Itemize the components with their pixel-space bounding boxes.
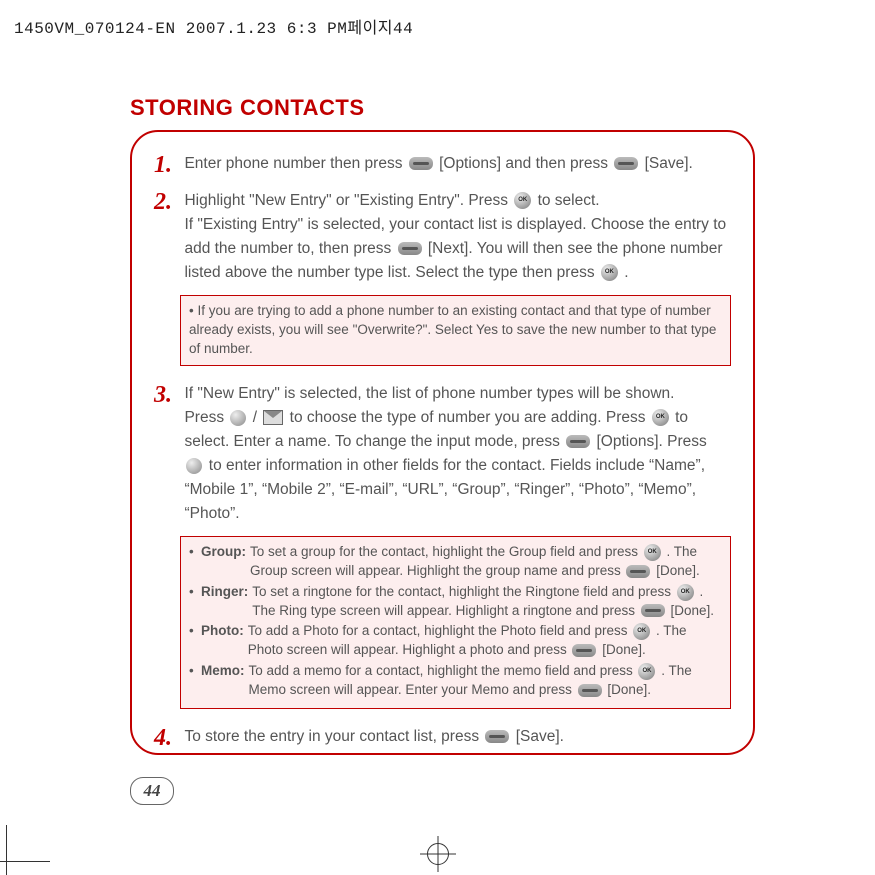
note-box-fields: • Group: To set a group for the contact,… <box>180 536 731 709</box>
bullet-icon: • <box>189 622 197 660</box>
text: Highlight "New Entry" or "Existing Entry… <box>184 192 512 209</box>
text: To set a group for the contact, highligh… <box>250 544 642 559</box>
wifi-icon <box>186 458 202 474</box>
note-box-overwrite: • If you are trying to add a phone numbe… <box>180 295 731 366</box>
crop-mark-icon <box>0 861 50 862</box>
text: / <box>253 409 262 426</box>
step-number: 1. <box>154 152 180 179</box>
step-body: Enter phone number then press [Options] … <box>184 152 729 176</box>
softkey-icon <box>614 157 638 170</box>
ok-icon: OK <box>638 663 655 680</box>
content-box: 1. Enter phone number then press [Option… <box>130 130 755 755</box>
note-label: Group: <box>201 543 246 581</box>
step-3: 3. If "New Entry" is selected, the list … <box>154 382 731 526</box>
text: [Done]. <box>602 642 646 657</box>
softkey-icon <box>485 730 509 743</box>
text: To add a memo for a contact, highlight t… <box>249 663 637 678</box>
note-photo: • Photo: To add a Photo for a contact, h… <box>189 622 722 660</box>
ok-icon: OK <box>633 623 650 640</box>
text: To store the entry in your contact list,… <box>184 728 483 745</box>
softkey-icon <box>641 604 665 617</box>
ok-icon: OK <box>514 192 531 209</box>
note-text: To set a group for the contact, highligh… <box>250 543 722 581</box>
step-number: 4. <box>154 725 180 752</box>
text: [Done]. <box>656 563 700 578</box>
page-number: 44 <box>130 777 174 805</box>
softkey-icon <box>409 157 433 170</box>
ok-icon: OK <box>652 409 669 426</box>
text: to select. <box>538 192 600 209</box>
file-header: 1450VM_070124-EN 2007.1.23 6:3 PM페이지44 <box>14 14 413 38</box>
mail-icon <box>263 410 283 425</box>
softkey-icon <box>398 242 422 255</box>
ok-icon: OK <box>644 544 661 561</box>
text: to enter information in other fields for… <box>184 457 705 522</box>
note-label: Ringer: <box>201 583 248 621</box>
step-body: To store the entry in your contact list,… <box>184 725 729 749</box>
step-number: 2. <box>154 189 180 216</box>
softkey-icon <box>572 644 596 657</box>
softkey-icon <box>566 435 590 448</box>
note-group: • Group: To set a group for the contact,… <box>189 543 722 581</box>
text: to choose the type of number you are add… <box>290 409 650 426</box>
registration-mark-icon <box>427 843 449 865</box>
step-1: 1. Enter phone number then press [Option… <box>154 152 731 179</box>
step-2: 2. Highlight "New Entry" or "Existing En… <box>154 189 731 285</box>
text: To add a Photo for a contact, highlight … <box>248 623 632 638</box>
text: If "New Entry" is selected, the list of … <box>184 385 674 402</box>
bullet-icon: • <box>189 583 197 621</box>
text: [Save]. <box>516 728 564 745</box>
text: [Save]. <box>645 155 693 172</box>
text: [Done]. <box>607 682 651 697</box>
text: To set a ringtone for the contact, highl… <box>252 584 675 599</box>
crop-mark-icon <box>6 825 7 875</box>
text: Enter phone number then press <box>184 155 406 172</box>
bullet-icon: • <box>189 543 197 581</box>
note-memo: • Memo: To add a memo for a contact, hig… <box>189 662 722 700</box>
section-title: STORING CONTACTS <box>130 95 365 121</box>
text: . <box>624 264 628 281</box>
text: [Options] and then press <box>439 155 612 172</box>
note-label: Photo: <box>201 622 244 660</box>
note-text: To add a Photo for a contact, highlight … <box>248 622 722 660</box>
step-4: 4. To store the entry in your contact li… <box>154 725 731 752</box>
text: [Options]. Press <box>596 433 706 450</box>
step-number: 3. <box>154 382 180 409</box>
nav-icon <box>230 410 246 426</box>
note-ringer: • Ringer: To set a ringtone for the cont… <box>189 583 722 621</box>
ok-icon: OK <box>601 264 618 281</box>
note-text: To set a ringtone for the contact, highl… <box>252 583 722 621</box>
note-label: Memo: <box>201 662 245 700</box>
step-body: Highlight "New Entry" or "Existing Entry… <box>184 189 729 285</box>
text: Press <box>184 409 228 426</box>
note-text: To add a memo for a contact, highlight t… <box>249 662 723 700</box>
softkey-icon <box>578 684 602 697</box>
note-text: • If you are trying to add a phone numbe… <box>189 303 716 356</box>
ok-icon: OK <box>677 584 694 601</box>
softkey-icon <box>626 565 650 578</box>
step-body: If "New Entry" is selected, the list of … <box>184 382 729 526</box>
bullet-icon: • <box>189 662 197 700</box>
text: [Done]. <box>671 603 715 618</box>
